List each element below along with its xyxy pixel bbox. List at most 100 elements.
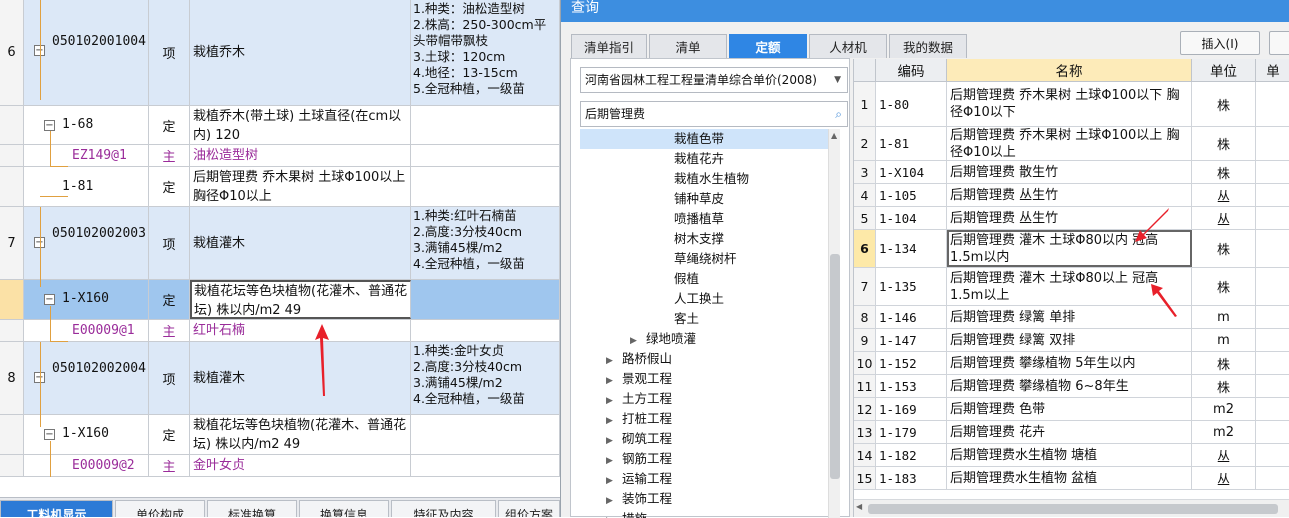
name-edit-field[interactable]: 栽植花坛等色块植物(花灌木、普通花坛) 株以内/m2 49 — [190, 280, 411, 319]
table-row[interactable]: 7 − 050102002003 项 栽植灌木 1.种类:红叶石楠苗 2.高度:… — [0, 207, 560, 280]
table-row[interactable]: 5 1-104 后期管理费 丛生竹丛 — [854, 207, 1289, 230]
features-cell — [411, 415, 560, 454]
column-header-unit[interactable]: 单位 — [1192, 59, 1256, 82]
tree-node[interactable]: ▶ 土方工程 — [580, 389, 838, 409]
type-cell: 定 — [149, 415, 190, 454]
tab-labor-material-machine[interactable]: 人材机 — [809, 34, 887, 58]
tree-node[interactable]: ▶ 装饰工程 — [580, 489, 838, 509]
tree-node[interactable]: ▶ 打桩工程 — [580, 409, 838, 429]
tab-conversion-info[interactable]: 换算信息 — [299, 500, 389, 517]
table-row[interactable]: − 1-X160 定 栽植花坛等色块植物(花灌木、普通花坛) 株以内/m2 49 — [0, 415, 560, 455]
tab-standard-conversion[interactable]: 标准换算 — [207, 500, 297, 517]
tab-labor-material[interactable]: 工料机显示 — [0, 500, 113, 517]
extra-cell — [1256, 127, 1289, 160]
chapter-tree: 栽植色带 栽植花卉 栽植水生植物 铺种草皮 喷播植草 树木支撑 草绳绕树杆 假植 人工换土 客土 ▶… — [580, 129, 838, 518]
tree-node[interactable]: ▶ 景观工程 — [580, 369, 838, 389]
code-cell: − 050102002004 — [24, 342, 149, 414]
table-row[interactable]: 7 1-135 后期管理费 灌木 土球Φ80以上 冠高1.5m以上株 — [854, 268, 1289, 306]
expand-arrow-icon[interactable]: ▶ — [606, 411, 616, 431]
horizontal-scrollbar[interactable]: ◀ — [854, 499, 1289, 517]
scroll-thumb[interactable] — [830, 254, 840, 479]
tab-pricing-plan[interactable]: 组价方案 — [498, 500, 560, 517]
code-text: 050102001004 — [52, 34, 146, 49]
expand-arrow-icon[interactable]: ▶ — [606, 391, 616, 411]
tab-bill-guide[interactable]: 清单指引 — [571, 34, 647, 58]
scroll-thumb[interactable] — [868, 504, 1278, 514]
tab-features[interactable]: 特征及内容 — [391, 500, 496, 517]
table-row[interactable]: 6 1-134 后期管理费 灌木 土球Φ80以内 冠高1.5m以内株 — [854, 230, 1289, 268]
table-row[interactable]: 14 1-182 后期管理费水生植物 塘植丛 — [854, 444, 1289, 467]
table-row[interactable]: 2 1-81 后期管理费 乔木果树 土球Φ100以上 胸径Φ10以上株 — [854, 127, 1289, 161]
tree-node[interactable]: 草绳绕树杆 — [580, 249, 838, 269]
table-row[interactable]: E00009@1 主 红叶石楠 — [0, 320, 560, 342]
table-row[interactable]: 8 − 050102002004 项 栽植灌木 1.种类:金叶女贞 2.高度:3… — [0, 342, 560, 415]
column-header-code[interactable]: 编码 — [876, 59, 947, 82]
tab-bill[interactable]: 清单 — [649, 34, 727, 58]
expand-arrow-icon[interactable]: ▶ — [606, 431, 616, 451]
tab-quota[interactable]: 定额 — [729, 34, 807, 58]
tab-unit-price[interactable]: 单价构成 — [115, 500, 205, 517]
next-button[interactable] — [1269, 31, 1289, 55]
table-row[interactable]: 1 1-80 后期管理费 乔木果树 土球Φ100以下 胸径Φ10以下株 — [854, 82, 1289, 127]
tree-node[interactable]: 栽植色带 — [580, 129, 838, 149]
expand-arrow-icon[interactable]: ▶ — [606, 451, 616, 471]
extra-cell — [1256, 230, 1289, 267]
scroll-up-icon[interactable]: ▲ — [831, 131, 837, 140]
collapse-icon[interactable]: − — [44, 429, 55, 440]
table-row[interactable]: − 1-X160 定 栽植花坛等色块植物(花灌木、普通花坛) 株以内/m2 49 — [0, 280, 560, 320]
tree-node[interactable]: ▶ 运输工程 — [580, 469, 838, 489]
expand-arrow-icon[interactable]: ▶ — [606, 371, 616, 391]
name-cell: 后期管理费 灌木 土球Φ80以内 冠高1.5m以内 — [947, 230, 1192, 267]
table-row[interactable]: 11 1-153 后期管理费 攀缘植物 6~8年生株 — [854, 375, 1289, 398]
tree-node[interactable]: 人工换土 — [580, 289, 838, 309]
tree-node[interactable]: 客土 — [580, 309, 838, 329]
table-row[interactable]: 8 1-146 后期管理费 绿篱 单排 m — [854, 306, 1289, 329]
tree-node[interactable]: 树木支撑 — [580, 229, 838, 249]
table-row[interactable]: 10 1-152 后期管理费 攀缘植物 5年生以内株 — [854, 352, 1289, 375]
tree-node[interactable]: ▶ 绿地喷灌 — [580, 329, 838, 349]
table-row[interactable]: 6 − 050102001004 项 栽植乔木 1.种类：油松造型树 2.株高：… — [0, 0, 560, 106]
tree-node[interactable]: ▶ 路桥假山 — [580, 349, 838, 369]
row-index — [0, 415, 24, 454]
table-row[interactable]: 12 1-169 后期管理费 色带 m2 — [854, 398, 1289, 421]
table-row[interactable]: E00009@2 主 金叶女贞 — [0, 455, 560, 477]
extra-cell — [1256, 375, 1289, 397]
tree-node[interactable]: 假植 — [580, 269, 838, 289]
table-row[interactable]: − 1-68 定 栽植乔木(带土球) 土球直径(在cm以内) 120 — [0, 106, 560, 145]
search-icon[interactable]: ⌕ — [835, 102, 842, 126]
table-row[interactable]: 13 1-179 后期管理费 花卉 m2 — [854, 421, 1289, 444]
tab-my-data[interactable]: 我的数据 — [889, 34, 967, 58]
expand-arrow-icon[interactable]: ▶ — [630, 331, 640, 351]
tree-node[interactable]: 铺种草皮 — [580, 189, 838, 209]
expand-arrow-icon[interactable]: ▶ — [606, 491, 616, 511]
unit-cell: 株 — [1192, 127, 1256, 160]
quota-library-select[interactable]: 河南省园林工程工程量清单综合单价(2008) ▼ — [580, 67, 848, 93]
table-row[interactable]: EZ149@1 主 油松造型树 — [0, 145, 560, 167]
collapse-icon[interactable]: − — [44, 120, 55, 131]
table-row[interactable]: 3 1-X104 后期管理费 散生竹株 — [854, 161, 1289, 184]
name-cell: 后期管理费 攀缘植物 5年生以内 — [947, 352, 1192, 374]
scroll-left-icon[interactable]: ◀ — [856, 502, 862, 511]
quota-result-grid: 编码 名称 单位 单 1 1-80 后期管理费 乔木果树 土球Φ100以下 胸径Φ1… — [853, 59, 1289, 517]
insert-button[interactable]: 插入(I) — [1180, 31, 1260, 55]
query-dialog: 查询 清单指引 清单 定额 人材机 我的数据 插入(I) 河南省园林工程工程量清… — [560, 0, 1289, 518]
extra-cell — [1256, 207, 1289, 229]
table-row[interactable]: 9 1-147 后期管理费 绿篱 双排 m — [854, 329, 1289, 352]
table-row[interactable]: 4 1-105 后期管理费 丛生竹丛 — [854, 184, 1289, 207]
tree-node[interactable]: 栽植水生植物 — [580, 169, 838, 189]
tree-node[interactable]: 喷播植草 — [580, 209, 838, 229]
tree-node[interactable]: 栽植花卉 — [580, 149, 838, 169]
tree-node[interactable]: ▶ 钢筋工程 — [580, 449, 838, 469]
column-header-extra[interactable]: 单 — [1256, 59, 1289, 82]
expand-arrow-icon[interactable]: ▶ — [606, 471, 616, 491]
code-cell: 1-104 — [876, 207, 947, 229]
tree-scrollbar[interactable]: ▲ — [828, 129, 840, 518]
expand-arrow-icon[interactable]: ▶ — [606, 351, 616, 371]
search-input[interactable]: 后期管理费 ⌕ — [580, 101, 848, 127]
chevron-down-icon[interactable]: ▼ — [834, 68, 841, 92]
table-row[interactable]: 1-81 定 后期管理费 乔木果树 土球Φ100以上 胸径Φ10以上 — [0, 167, 560, 207]
collapse-icon[interactable]: − — [44, 294, 55, 305]
table-row[interactable]: 15 1-183 后期管理费水生植物 盆植丛 — [854, 467, 1289, 490]
tree-node[interactable]: ▶ 砌筑工程 — [580, 429, 838, 449]
column-header-name[interactable]: 名称 — [947, 59, 1192, 82]
